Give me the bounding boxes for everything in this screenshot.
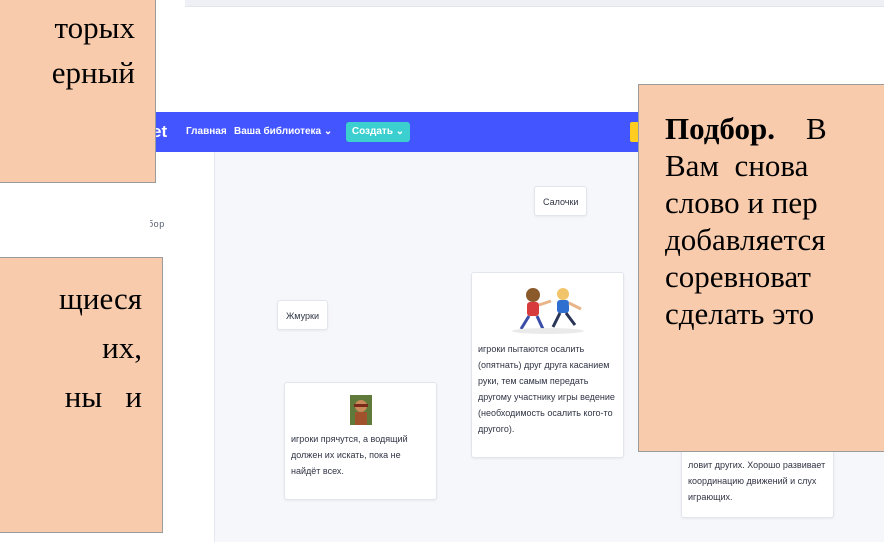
text-overlay-bottom-left: щиеся их, ны и <box>0 257 163 533</box>
word-card-label: Жмурки <box>286 311 319 321</box>
text-overlay-right: Подбор. В Вам снова слово и пер добавляе… <box>638 84 884 452</box>
create-button[interactable]: Создать ⌄ <box>346 122 410 142</box>
chevron-down-icon: ⌄ <box>395 126 405 137</box>
definition-text: игроки пытаются осалить (опятнать) друг … <box>478 344 615 434</box>
mode-label: Подбор <box>150 219 165 229</box>
overlay-line: Вам снова <box>665 148 809 183</box>
word-card-label: Салочки <box>543 197 579 207</box>
text-overlay-top-left: торых ерный <box>0 0 156 183</box>
definition-text: игроки прячутся, а водящий должен их иск… <box>291 434 408 476</box>
overlay-line: Подбор. В <box>665 110 884 147</box>
overlay-line: ны и <box>64 379 142 414</box>
definition-card-salochki[interactable]: игроки пытаются осалить (опятнать) друг … <box>471 272 624 458</box>
top-strip <box>185 0 884 7</box>
overlay-line: ерный <box>51 55 135 90</box>
definition-card-zhmurki[interactable]: игроки прячутся, а водящий должен их иск… <box>284 382 437 500</box>
children-running-image <box>502 283 593 335</box>
create-label: Создать <box>351 126 393 137</box>
chevron-down-icon: ⌄ <box>323 126 333 137</box>
overlay-line: торых <box>54 10 135 45</box>
overlay-line: их, <box>102 330 142 365</box>
nav-library-link[interactable]: Ваша библиотека ⌄ <box>234 126 332 137</box>
overlay-line: сделать это <box>665 296 815 331</box>
nav-library-label: Ваша библиотека <box>234 126 322 137</box>
blindfold-game-image <box>349 395 372 425</box>
overlay-line: щиеся <box>58 281 142 316</box>
overlay-line: добавляется <box>665 222 826 257</box>
word-card-salochki[interactable]: Салочки <box>534 186 588 216</box>
word-card-zhmurki[interactable]: Жмурки <box>277 300 328 330</box>
mode-indicator[interactable]: Подбор <box>150 218 165 230</box>
nav-home-link[interactable]: Главная <box>186 126 227 137</box>
overlay-line-rest: В <box>805 111 827 146</box>
overlay-line: слово и пер <box>665 185 818 220</box>
overlay-heading: Подбор. <box>665 111 775 146</box>
overlay-line: соревноват <box>665 259 811 294</box>
